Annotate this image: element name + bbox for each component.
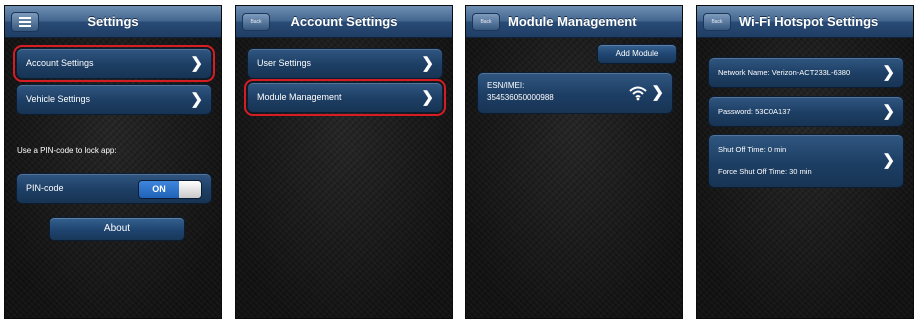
row-label: Password: 53C0A137 <box>718 107 791 116</box>
settings-screen: Settings Account Settings ❯ Vehicle Sett… <box>5 6 221 318</box>
row-label: Module Management <box>257 92 342 102</box>
chevron-right-icon: ❯ <box>190 54 203 72</box>
account-settings-screen: Back Account Settings User Settings ❯ Mo… <box>236 6 452 318</box>
chevron-right-icon: ❯ <box>882 152 895 169</box>
shut-off-time: Shut Off Time: 0 min <box>718 145 787 154</box>
wifi-hotspot-settings-screen: Back Wi-Fi Hotspot Settings Network Name… <box>697 6 913 318</box>
nav-bar: Back Account Settings <box>236 6 452 38</box>
toggle-on-label: ON <box>139 181 179 198</box>
chevron-right-icon: ❯ <box>190 90 203 108</box>
account-settings-row[interactable]: Account Settings ❯ <box>13 45 215 82</box>
nav-bar: Back Module Management <box>466 6 682 38</box>
chevron-right-icon: ❯ <box>651 84 664 101</box>
password-row[interactable]: Password: 53C0A137 ❯ <box>708 96 904 127</box>
chevron-right-icon: ❯ <box>421 54 434 72</box>
row-label: Network Name: Verizon-ACT233L-6380 <box>718 68 851 77</box>
toggle-knob <box>179 181 201 198</box>
row-label: PIN-code <box>26 183 64 193</box>
page-title: Settings <box>87 14 139 29</box>
module-row[interactable]: ESN/IMEI: 354536050000988 ❯ <box>477 72 673 114</box>
pin-prompt: Use a PIN-code to lock app: <box>17 146 117 155</box>
add-module-button[interactable]: Add Module <box>597 44 677 64</box>
chevron-right-icon: ❯ <box>421 88 434 106</box>
back-button[interactable]: Back <box>703 13 731 31</box>
pin-code-toggle[interactable]: ON <box>138 180 202 199</box>
page-title: Wi-Fi Hotspot Settings <box>739 14 879 29</box>
module-value: 354536050000988 <box>487 93 554 102</box>
network-name-row[interactable]: Network Name: Verizon-ACT233L-6380 ❯ <box>708 57 904 88</box>
wifi-icon <box>629 86 647 101</box>
row-label: User Settings <box>257 58 312 68</box>
row-label: Account Settings <box>26 58 94 68</box>
back-button[interactable]: Back <box>472 13 500 31</box>
chevron-right-icon: ❯ <box>882 63 895 81</box>
pin-code-row: PIN-code ON <box>16 173 212 204</box>
page-title: Module Management <box>508 14 637 29</box>
module-management-screen: Back Module Management Add Module ESN/IM… <box>466 6 682 318</box>
user-settings-row[interactable]: User Settings ❯ <box>247 48 443 79</box>
shut-off-row[interactable]: Shut Off Time: 0 min Force Shut Off Time… <box>708 134 904 188</box>
module-management-row[interactable]: Module Management ❯ <box>244 79 446 116</box>
force-shut-off-time: Force Shut Off Time: 30 min <box>718 167 812 176</box>
page-title: Account Settings <box>290 14 398 29</box>
about-button[interactable]: About <box>49 217 185 241</box>
row-label: Vehicle Settings <box>26 94 91 104</box>
module-label: ESN/IMEI: <box>487 81 525 90</box>
nav-bar: Settings <box>5 6 221 38</box>
chevron-right-icon: ❯ <box>882 102 895 120</box>
vehicle-settings-row[interactable]: Vehicle Settings ❯ <box>16 84 212 115</box>
nav-bar: Back Wi-Fi Hotspot Settings <box>697 6 913 38</box>
